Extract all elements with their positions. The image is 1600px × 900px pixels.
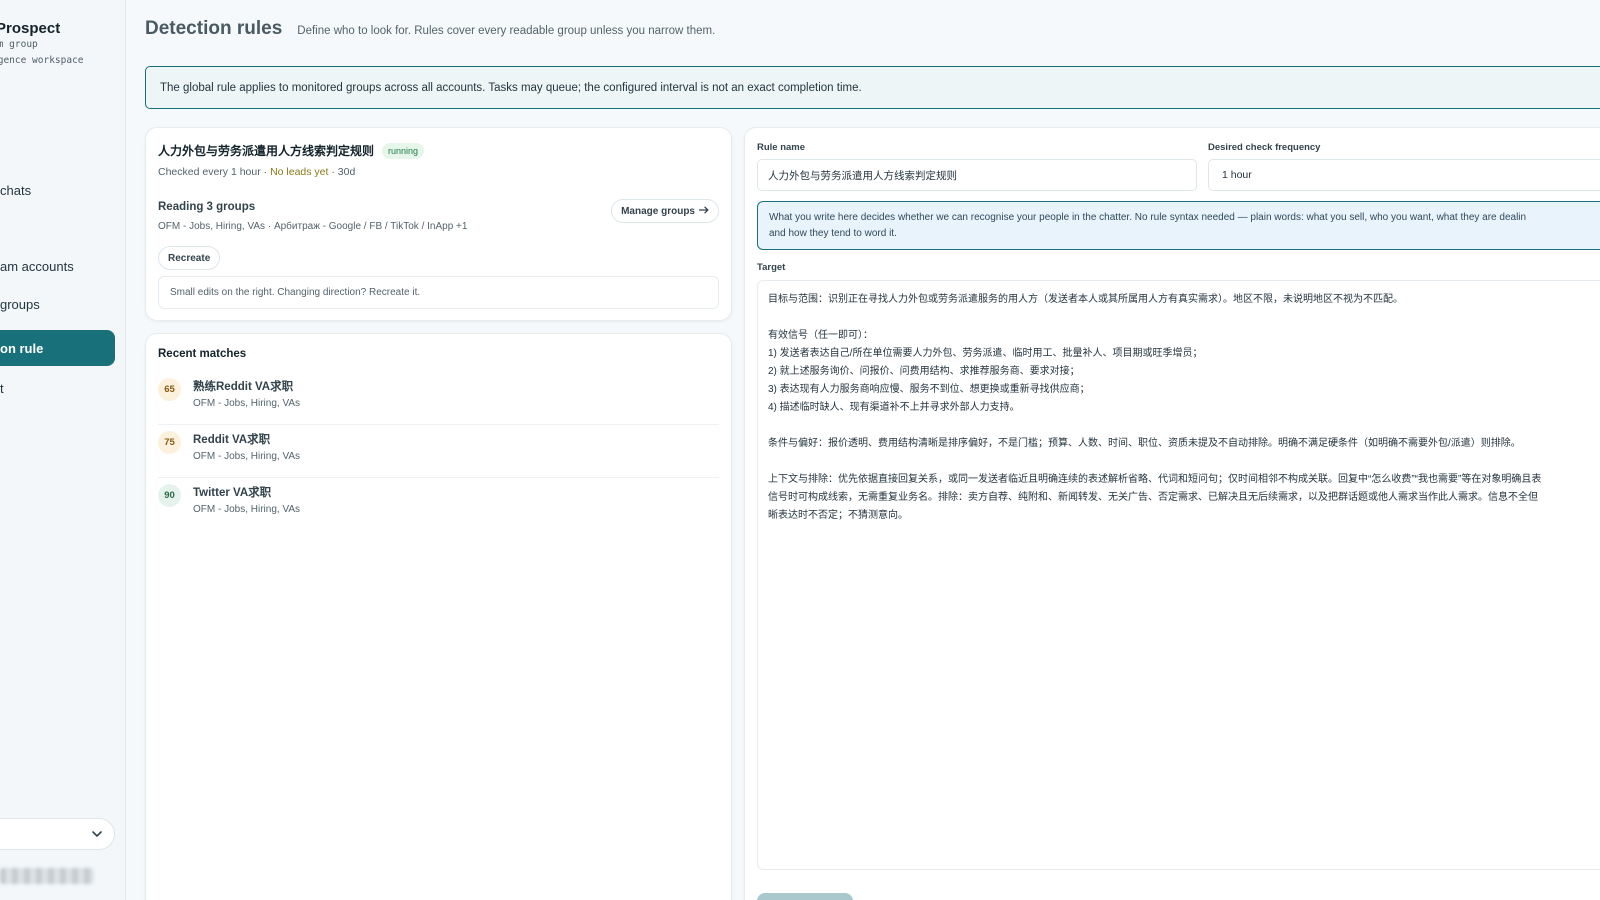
global-rule-notice: The global rule applies to monitored gro…	[145, 66, 1600, 109]
brand-subtitle-line-2: igence workspace	[0, 55, 84, 66]
sidebar-item-detection-rule[interactable]: on rule	[0, 330, 115, 366]
status-badge: running	[382, 142, 425, 159]
sidebar-item-other[interactable]: t	[0, 370, 115, 406]
match-name: Twitter VA求职	[193, 487, 272, 499]
recent-matches-card: Recent matches 65 熟练Reddit VA求职 OFM - Jo…	[145, 333, 732, 900]
main-content: Detection rules Define who to look for. …	[126, 0, 1600, 900]
frequency-label: Desired check frequency	[1208, 142, 1321, 153]
brand: Prospect am group igence workspace	[0, 20, 84, 69]
target-line: 目标与范围：识别正在寻找人力外包或劳务派遣服务的用人方（发送者本人或其所属用人方…	[768, 294, 1403, 305]
sidebar-item-label: groups	[0, 296, 40, 312]
sidebar-item-chats[interactable]: chats	[0, 172, 115, 208]
target-line: 信号时可构成线索，无需重复业务名。排除：卖方自荐、纯附和、新闻转发、无关广告、否…	[768, 492, 1538, 503]
target-line: 上下文与排除：优先依据直接回复关系，或同一发送者临近且明确连续的表述解析省略、代…	[768, 474, 1542, 485]
rule-editor-card: Rule name 人力外包与劳务派遣用人方线索判定规则 Desired che…	[744, 127, 1600, 900]
manage-groups-button[interactable]: Manage groups	[611, 199, 719, 223]
edit-hint-text: Small edits on the right. Changing direc…	[170, 287, 421, 298]
match-name: Reddit VA求职	[193, 434, 271, 446]
target-textarea[interactable]: 目标与范围：识别正在寻找人力外包或劳务派遣服务的用人方（发送者本人或其所属用人方…	[757, 280, 1600, 870]
arrow-right-icon	[698, 206, 709, 217]
edit-hint: Small edits on the right. Changing direc…	[158, 276, 719, 309]
target-line: 4) 描述临时缺人、现有渠道补不上并寻求外部人力支持。	[768, 402, 1020, 413]
sidebar-item-groups[interactable]: groups	[0, 286, 115, 322]
target-line: 有效信号（任一即可）：	[768, 330, 873, 341]
reading-groups-title: Reading 3 groups	[158, 201, 256, 213]
rule-name-label: Rule name	[757, 142, 806, 153]
match-name: 熟练Reddit VA求职	[193, 381, 294, 393]
save-button[interactable]	[757, 893, 853, 900]
target-line: 2) 就上述服务询价、问报价、问费用结构、求推荐服务商、要求对接；	[768, 366, 1080, 377]
frequency-select[interactable]: 1 hour	[1208, 159, 1600, 191]
recent-matches-title: Recent matches	[158, 348, 247, 360]
brand-title: Prospect	[0, 20, 61, 37]
rule-title: 人力外包与劳务派遣用人方线索判定规则	[158, 144, 375, 158]
target-line	[768, 453, 1600, 471]
target-label: Target	[757, 262, 786, 273]
target-line	[768, 309, 1600, 327]
sidebar: Prospect am group igence workspace chats…	[0, 0, 126, 900]
sidebar-item-label: t	[0, 380, 4, 396]
recreate-button[interactable]: Recreate	[158, 246, 221, 270]
target-line: 1) 发送者表达自己/所在单位需要人力外包、劳务派遣、临时用工、批量补人、项目期…	[768, 348, 1203, 359]
writing-guidance-line-1: What you write here decides whether we c…	[769, 212, 1527, 223]
page-title: Detection rules	[145, 18, 283, 39]
target-line: 晰表达时不否定；不猜测意向。	[768, 510, 908, 521]
rule-meta-interval: Checked every 1 hour ·	[158, 166, 271, 178]
rule-meta-age: · 30d	[328, 166, 356, 178]
notice-text: The global rule applies to monitored gro…	[160, 81, 862, 94]
brand-subtitle-line-1: am group	[0, 39, 38, 50]
list-item[interactable]: 65 熟练Reddit VA求职 OFM - Jobs, Hiring, VAs	[158, 372, 719, 425]
rule-meta-leads: No leads yet	[270, 166, 329, 178]
chevron-down-icon	[90, 827, 104, 846]
writing-guidance: What you write here decides whether we c…	[757, 201, 1600, 250]
list-item[interactable]: 90 Twitter VA求职 OFM - Jobs, Hiring, VAs	[158, 478, 719, 531]
sidebar-item-label: chats	[0, 182, 32, 198]
page-subtitle: Define who to look for. Rules cover ever…	[297, 25, 716, 37]
target-line	[768, 417, 1600, 435]
rule-summary-card: 人力外包与劳务派遣用人方线索判定规则 running Checked every…	[145, 127, 732, 321]
writing-guidance-line-2: and how they tend to word it.	[769, 228, 897, 239]
workspace-select[interactable]	[0, 818, 115, 850]
reading-groups-list: OFM - Jobs, Hiring, VAs · Арбитраж - Goo…	[158, 221, 468, 232]
rule-title-row: 人力外包与劳务派遣用人方线索判定规则 running	[158, 142, 425, 159]
list-item[interactable]: 75 Reddit VA求职 OFM - Jobs, Hiring, VAs	[158, 425, 719, 478]
match-group: OFM - Jobs, Hiring, VAs	[193, 504, 301, 515]
match-score: 65	[158, 378, 181, 401]
sidebar-item-label: on rule	[0, 340, 44, 356]
sidebar-item-accounts[interactable]: am accounts	[0, 248, 115, 284]
match-group: OFM - Jobs, Hiring, VAs	[193, 398, 301, 409]
user-identity-blurred	[0, 868, 94, 884]
sidebar-item-label: am accounts	[0, 258, 74, 274]
match-score: 90	[158, 484, 181, 507]
rule-meta: Checked every 1 hour · No leads yet · 30…	[158, 166, 355, 178]
match-group: OFM - Jobs, Hiring, VAs	[193, 451, 301, 462]
rule-name-input[interactable]: 人力外包与劳务派遣用人方线索判定规则	[757, 159, 1197, 191]
manage-groups-label: Manage groups	[621, 205, 695, 217]
target-line: 条件与偏好：报价透明、费用结构清晰是排序偏好，不是门槛；预算、人数、时间、职位、…	[768, 438, 1521, 449]
page-header: Detection rules Define who to look for. …	[145, 18, 715, 40]
target-line: 3) 表达现有人力服务商响应慢、服务不到位、想更换或重新寻找供应商；	[768, 384, 1090, 395]
match-score: 75	[158, 431, 181, 454]
